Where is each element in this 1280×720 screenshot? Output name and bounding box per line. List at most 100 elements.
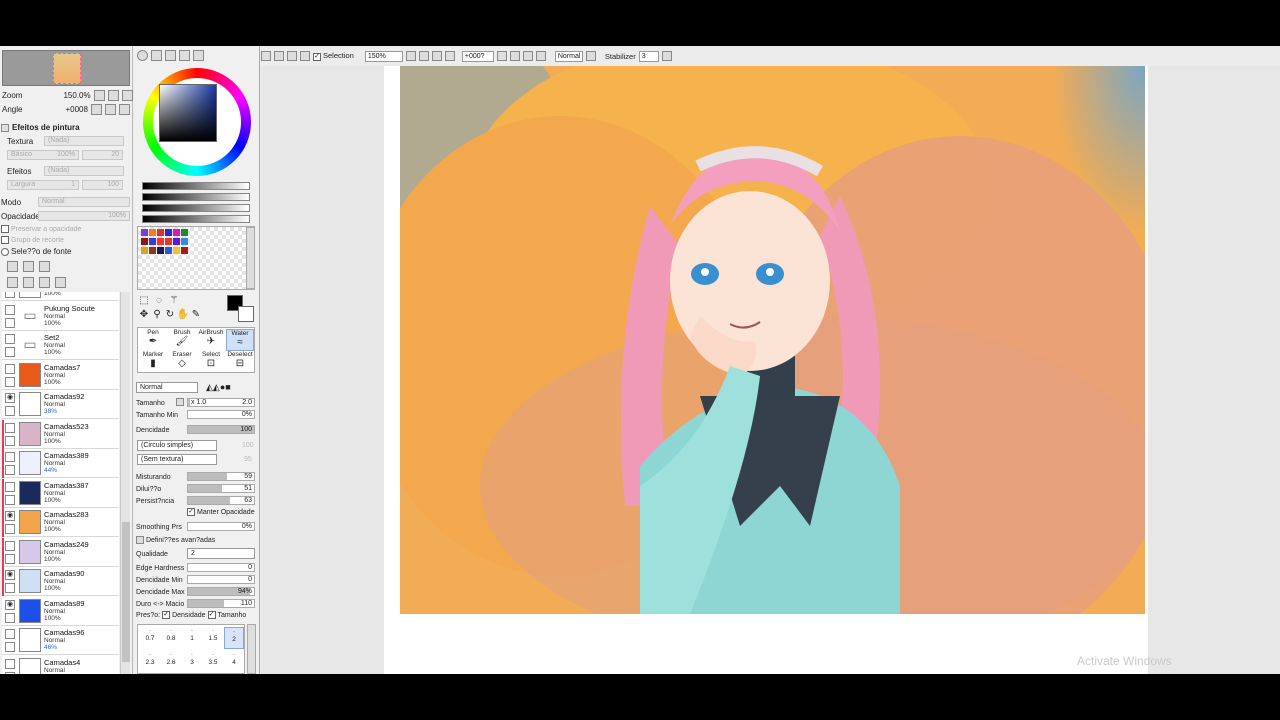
size-preset[interactable]: · 3.5 bbox=[203, 651, 223, 666]
color-slider-4[interactable] bbox=[142, 215, 250, 223]
new-layer-button[interactable] bbox=[7, 261, 18, 272]
transfer-down-button[interactable] bbox=[7, 277, 18, 288]
preserve-opacity-checkbox[interactable]: Preservar a opacidade bbox=[1, 225, 81, 233]
selection-toggle[interactable]: ✓ Selection bbox=[313, 51, 354, 61]
visibility-toggle[interactable] bbox=[5, 452, 15, 462]
brush-brush[interactable]: Brush 🖌 bbox=[168, 329, 196, 351]
merge-down-button[interactable] bbox=[23, 277, 34, 288]
color-swatch[interactable] bbox=[141, 247, 148, 254]
color-slider-2[interactable] bbox=[142, 193, 250, 201]
quality-select[interactable]: 2 bbox=[187, 548, 255, 559]
size-slider[interactable]: x 1.0 2.0 bbox=[187, 398, 255, 407]
delete-layer-button[interactable] bbox=[55, 277, 66, 288]
color-swatch[interactable] bbox=[165, 229, 172, 236]
color-swatch[interactable] bbox=[165, 238, 172, 245]
pressure-density-checkbox[interactable]: ✓ Densidade bbox=[162, 611, 206, 619]
visibility-toggle[interactable] bbox=[5, 481, 15, 492]
keep-opacity-checkbox[interactable]: ✓ Manter Opacidade bbox=[187, 508, 255, 516]
layer-row[interactable]: Camadas387 Normal 100% bbox=[2, 478, 119, 508]
visibility-toggle[interactable]: ◉ bbox=[5, 511, 15, 521]
angle-select[interactable]: +000? bbox=[461, 50, 494, 62]
effects-select[interactable]: (Nada) bbox=[44, 166, 124, 176]
color-swatch[interactable] bbox=[181, 238, 188, 245]
brush-texture-select[interactable]: (Sem textura) bbox=[137, 454, 217, 465]
visibility-toggle[interactable] bbox=[5, 363, 15, 374]
rotate-cw-button[interactable] bbox=[509, 51, 520, 61]
hand-icon[interactable]: ✋ bbox=[176, 308, 190, 321]
blend-mode-select[interactable]: Normal bbox=[136, 382, 198, 393]
color-slider-3[interactable] bbox=[142, 204, 250, 212]
brush-deselect[interactable]: Deselect ⊟ bbox=[226, 351, 254, 373]
flip-button[interactable] bbox=[535, 51, 546, 61]
texture-select[interactable]: (Nada) bbox=[44, 136, 124, 146]
lock-toggle[interactable] bbox=[5, 524, 15, 534]
zoom-icon[interactable]: ⚲ bbox=[150, 308, 164, 321]
brush-marker[interactable]: Marker ▮ bbox=[139, 351, 167, 373]
color-wheel-tab[interactable] bbox=[137, 50, 148, 61]
size-preset[interactable]: · 1.5 bbox=[203, 627, 223, 642]
zoom-reset-button[interactable] bbox=[121, 89, 133, 101]
rgb-slider-tab[interactable] bbox=[151, 50, 162, 61]
layer-row[interactable]: ◉ Camadas90 Normal 100% bbox=[2, 567, 119, 596]
view-mode-select[interactable]: Normal bbox=[554, 50, 583, 62]
texture-strength-field[interactable]: 20 bbox=[82, 150, 123, 160]
texture-scale-field[interactable]: Básico 100% bbox=[7, 150, 79, 160]
brush-shape-icons[interactable]: ◭◭●■ bbox=[206, 382, 231, 393]
zoom-out-toolbar-button[interactable] bbox=[405, 51, 416, 61]
layer-row[interactable]: Camadas4 Normal bbox=[2, 655, 119, 674]
source-selection-checkbox[interactable]: Sele??o de fonte bbox=[1, 247, 72, 256]
pressure-size-checkbox[interactable]: ✓ Tamanho bbox=[207, 611, 246, 619]
visibility-toggle[interactable] bbox=[5, 334, 15, 344]
swatch-scrollbar[interactable] bbox=[246, 227, 255, 289]
move-icon[interactable]: ✥ bbox=[137, 308, 151, 321]
visibility-toggle[interactable]: ◉ bbox=[5, 393, 15, 403]
effects-width-field[interactable]: Largura 1 bbox=[7, 180, 79, 190]
eyedropper-icon[interactable]: ✎ bbox=[189, 308, 203, 321]
lock-toggle[interactable] bbox=[5, 376, 15, 387]
color-swatch[interactable] bbox=[149, 238, 156, 245]
swatches-tab[interactable] bbox=[179, 50, 190, 61]
color-swatch[interactable] bbox=[141, 238, 148, 245]
select-all-button[interactable] bbox=[287, 51, 297, 61]
color-swatch[interactable] bbox=[173, 247, 180, 254]
invert-selection-button[interactable] bbox=[274, 51, 284, 61]
size-preset[interactable]: · 2 bbox=[224, 627, 244, 649]
layer-opacity-slider[interactable]: 100% bbox=[38, 211, 130, 221]
color-wheel[interactable] bbox=[143, 68, 251, 176]
visibility-toggle[interactable]: ◉ bbox=[5, 570, 15, 580]
layer-row[interactable]: Camadas249 Normal 100% bbox=[2, 537, 119, 567]
size-preset[interactable]: · 2.3 bbox=[140, 651, 160, 666]
size-preset[interactable]: · 2.6 bbox=[161, 651, 181, 666]
zoom-reset-toolbar-button[interactable] bbox=[444, 51, 455, 61]
brush-water[interactable]: Water ≈ bbox=[226, 329, 254, 351]
color-swatch[interactable] bbox=[149, 229, 156, 236]
blending-slider[interactable]: 59 bbox=[187, 472, 255, 481]
lock-toggle[interactable] bbox=[5, 292, 15, 298]
size-presets-scrollbar[interactable] bbox=[247, 624, 256, 674]
stabilizer-select[interactable]: 3 bbox=[638, 50, 659, 62]
color-swatch[interactable] bbox=[165, 247, 172, 254]
zoom-fit-button[interactable] bbox=[431, 51, 442, 61]
color-swatch[interactable] bbox=[157, 238, 164, 245]
hard-soft-slider[interactable]: 110 bbox=[187, 599, 255, 608]
size-preset[interactable]: · 0.8 bbox=[161, 627, 181, 642]
rotate-reset-button[interactable] bbox=[118, 103, 130, 115]
canvas-viewport[interactable] bbox=[261, 66, 1280, 674]
color-swatch[interactable] bbox=[141, 229, 148, 236]
clip-group-checkbox[interactable]: Grupo de recorte bbox=[1, 236, 64, 244]
color-swatch[interactable] bbox=[173, 238, 180, 245]
edge-slider[interactable]: 0 bbox=[187, 563, 255, 572]
rotate-left-button[interactable] bbox=[90, 103, 102, 115]
effects-strength-field[interactable]: 100 bbox=[82, 180, 123, 190]
secondary-color-swatch[interactable] bbox=[238, 306, 254, 322]
layer-row[interactable]: 100% bbox=[2, 292, 119, 301]
navigator-preview[interactable] bbox=[2, 50, 130, 86]
zoom-in-toolbar-button[interactable] bbox=[418, 51, 429, 61]
saturation-value-square[interactable] bbox=[159, 84, 217, 142]
size-preset[interactable]: · 0.7 bbox=[140, 627, 160, 642]
layer-row[interactable]: Camadas389 Normal 44% bbox=[2, 449, 119, 478]
brush-eraser[interactable]: Eraser ◇ bbox=[168, 351, 196, 373]
rotate-icon[interactable]: ↻ bbox=[163, 308, 177, 321]
magic-wand-icon[interactable]: ⚚ bbox=[167, 294, 181, 307]
layer-row[interactable]: ◉ Camadas92 Normal 38% bbox=[2, 390, 119, 419]
